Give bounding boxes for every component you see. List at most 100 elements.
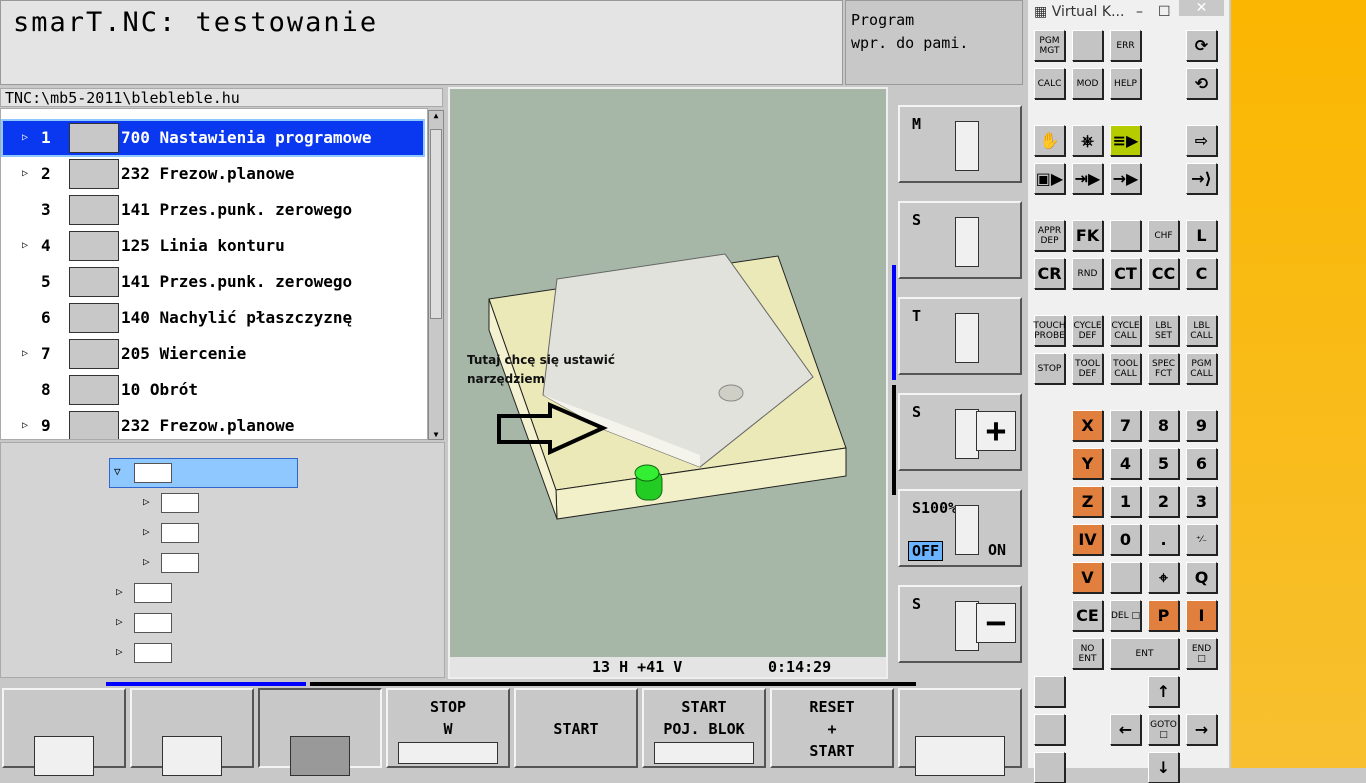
expand-icon[interactable]: ▷ (143, 525, 150, 538)
key-blank[interactable] (1110, 562, 1141, 593)
key-lbl-call[interactable]: LBL CALL (1186, 315, 1217, 346)
key-touch-probe[interactable]: TOUCH PROBE (1033, 315, 1066, 346)
key-blank[interactable] (1034, 676, 1065, 707)
softkey-program-graphics-view[interactable] (130, 688, 254, 776)
key-p[interactable]: P (1148, 600, 1179, 631)
key-3[interactable]: 3 (1186, 486, 1217, 517)
softkey-stop-3[interactable]: STOP W (386, 688, 510, 768)
scroll-down-icon[interactable]: ▼ (429, 430, 443, 439)
key-tool-call[interactable]: TOOL CALL (1110, 353, 1141, 384)
expand-icon[interactable]: ▷ (22, 157, 28, 191)
program-row[interactable]: ▷ 9 232 Frezow.planowe (3, 409, 423, 439)
tree-node[interactable] (134, 583, 172, 603)
expand-icon[interactable]: ▷ (143, 555, 150, 568)
key-1[interactable]: 1 (1110, 486, 1141, 517)
expand-icon[interactable]: ▷ (143, 495, 150, 508)
softkey-start-5[interactable]: START POJ. BLOK (642, 688, 766, 768)
expand-icon[interactable]: ▷ (22, 337, 28, 371)
tree-node[interactable] (134, 463, 172, 483)
softkey-next-softkey-row[interactable] (898, 688, 1022, 776)
softkey-program-view[interactable] (2, 688, 126, 776)
key-2[interactable]: 2 (1148, 486, 1179, 517)
key-5[interactable]: 5 (1148, 448, 1179, 479)
key-goto[interactable]: GOTO □ (1148, 714, 1179, 745)
key-7[interactable]: 7 (1110, 410, 1141, 441)
key-r16c2[interactable]: ← (1110, 714, 1141, 745)
program-row[interactable]: ▷ 2 232 Frezow.planowe (3, 157, 423, 191)
key-appr-dep[interactable]: APPR DEP (1034, 220, 1065, 251)
softkey-tool-change[interactable]: T (898, 297, 1022, 375)
program-row[interactable]: 5 141 Przes.punk. zerowego (3, 265, 423, 299)
key-0[interactable]: 0 (1110, 524, 1141, 555)
key-r3c0[interactable]: ▣▶ (1034, 163, 1065, 194)
expand-icon[interactable]: ▷ (22, 229, 28, 263)
key-cr[interactable]: CR (1034, 258, 1065, 289)
program-row[interactable]: 3 141 Przes.punk. zerowego (3, 193, 423, 227)
key-ent[interactable]: ENT (1110, 638, 1179, 669)
tree-node[interactable] (134, 613, 172, 633)
softkey-machine[interactable]: M (898, 105, 1022, 183)
key-r2c4[interactable]: ⇨ (1186, 125, 1217, 156)
collapse-icon[interactable]: ▽ (114, 465, 121, 478)
key-z[interactable]: Z (1072, 486, 1103, 517)
maximize-button[interactable]: ☐ (1158, 0, 1171, 24)
key-r11c3[interactable]: . (1148, 524, 1179, 555)
close-button[interactable]: ✕ (1179, 0, 1224, 16)
expand-icon[interactable]: ▷ (116, 615, 123, 628)
expand-icon[interactable]: ▷ (22, 409, 28, 439)
softkey-spindle-override-minus[interactable]: S − (898, 585, 1022, 663)
program-row[interactable]: 6 140 Nachylić płaszczyznę (3, 301, 423, 335)
key-iv[interactable]: IV (1072, 524, 1103, 555)
key-r15c3[interactable]: ↑ (1148, 676, 1179, 707)
key-r2c0[interactable]: ✋ (1034, 125, 1065, 156)
program-row[interactable]: ▷ 7 205 Wiercenie (3, 337, 423, 371)
key-4[interactable]: 4 (1110, 448, 1141, 479)
minimize-button[interactable]: – (1136, 0, 1143, 24)
key-chf[interactable]: CHF (1148, 220, 1179, 251)
key-8[interactable]: 8 (1148, 410, 1179, 441)
key-pgm-mgt[interactable]: PGM MGT (1034, 30, 1065, 61)
key-help[interactable]: HELP (1110, 68, 1141, 99)
key-y[interactable]: Y (1072, 448, 1103, 479)
key-pgm-call[interactable]: PGM CALL (1186, 353, 1217, 384)
key-r1c4[interactable]: ⟲ (1186, 68, 1217, 99)
key-v[interactable]: V (1072, 562, 1103, 593)
program-row[interactable]: 8 10 Obrót (3, 373, 423, 407)
tree-node[interactable] (161, 493, 199, 513)
key-spec-fct[interactable]: SPEC FCT (1148, 353, 1179, 384)
expand-icon[interactable]: ▷ (22, 121, 28, 155)
key-9[interactable]: 9 (1186, 410, 1217, 441)
scroll-up-icon[interactable]: ▲ (429, 111, 443, 120)
key-r2c1[interactable]: ⎈ (1072, 125, 1103, 156)
softkey-3d-block[interactable] (258, 688, 382, 776)
key-r3c2[interactable]: →▶ (1110, 163, 1141, 194)
key-cc[interactable]: CC (1148, 258, 1179, 289)
key-r2c2[interactable]: ≡▶ (1110, 125, 1141, 156)
key-tool-def[interactable]: TOOL DEF (1072, 353, 1103, 384)
key-blank[interactable] (1034, 714, 1065, 745)
key-x[interactable]: X (1072, 410, 1103, 441)
softkey-start-4[interactable]: START (514, 688, 638, 768)
key-mod[interactable]: MOD (1072, 68, 1103, 99)
key-cycle-def[interactable]: CYCLE DEF (1072, 315, 1103, 346)
key-lbl-set[interactable]: LBL SET (1148, 315, 1179, 346)
key-fk[interactable]: FK (1072, 220, 1103, 251)
softkey-reset-6[interactable]: RESET + START (770, 688, 894, 768)
key-rnd[interactable]: RND (1072, 258, 1103, 289)
key-del[interactable]: DEL □ (1110, 600, 1141, 631)
tree-node[interactable] (161, 553, 199, 573)
key-end[interactable]: END □ (1186, 638, 1217, 669)
softkey-spindle[interactable]: S (898, 201, 1022, 279)
key-blank[interactable] (1072, 30, 1103, 61)
key-l[interactable]: L (1186, 220, 1217, 251)
key-ct[interactable]: CT (1110, 258, 1141, 289)
expand-icon[interactable]: ▷ (116, 585, 123, 598)
expand-icon[interactable]: ▷ (116, 645, 123, 658)
key-blank[interactable] (1110, 220, 1141, 251)
simulation-graphics[interactable]: Tutaj chcę się ustawić narzędziem 13 H +… (448, 87, 888, 679)
key-r11c4[interactable]: ⁺⁄₋ (1186, 524, 1217, 555)
key-ce[interactable]: CE (1072, 600, 1103, 631)
key-r0c4[interactable]: ⟳ (1186, 30, 1217, 61)
key-r16c4[interactable]: → (1186, 714, 1217, 745)
key-q[interactable]: Q (1186, 562, 1217, 593)
